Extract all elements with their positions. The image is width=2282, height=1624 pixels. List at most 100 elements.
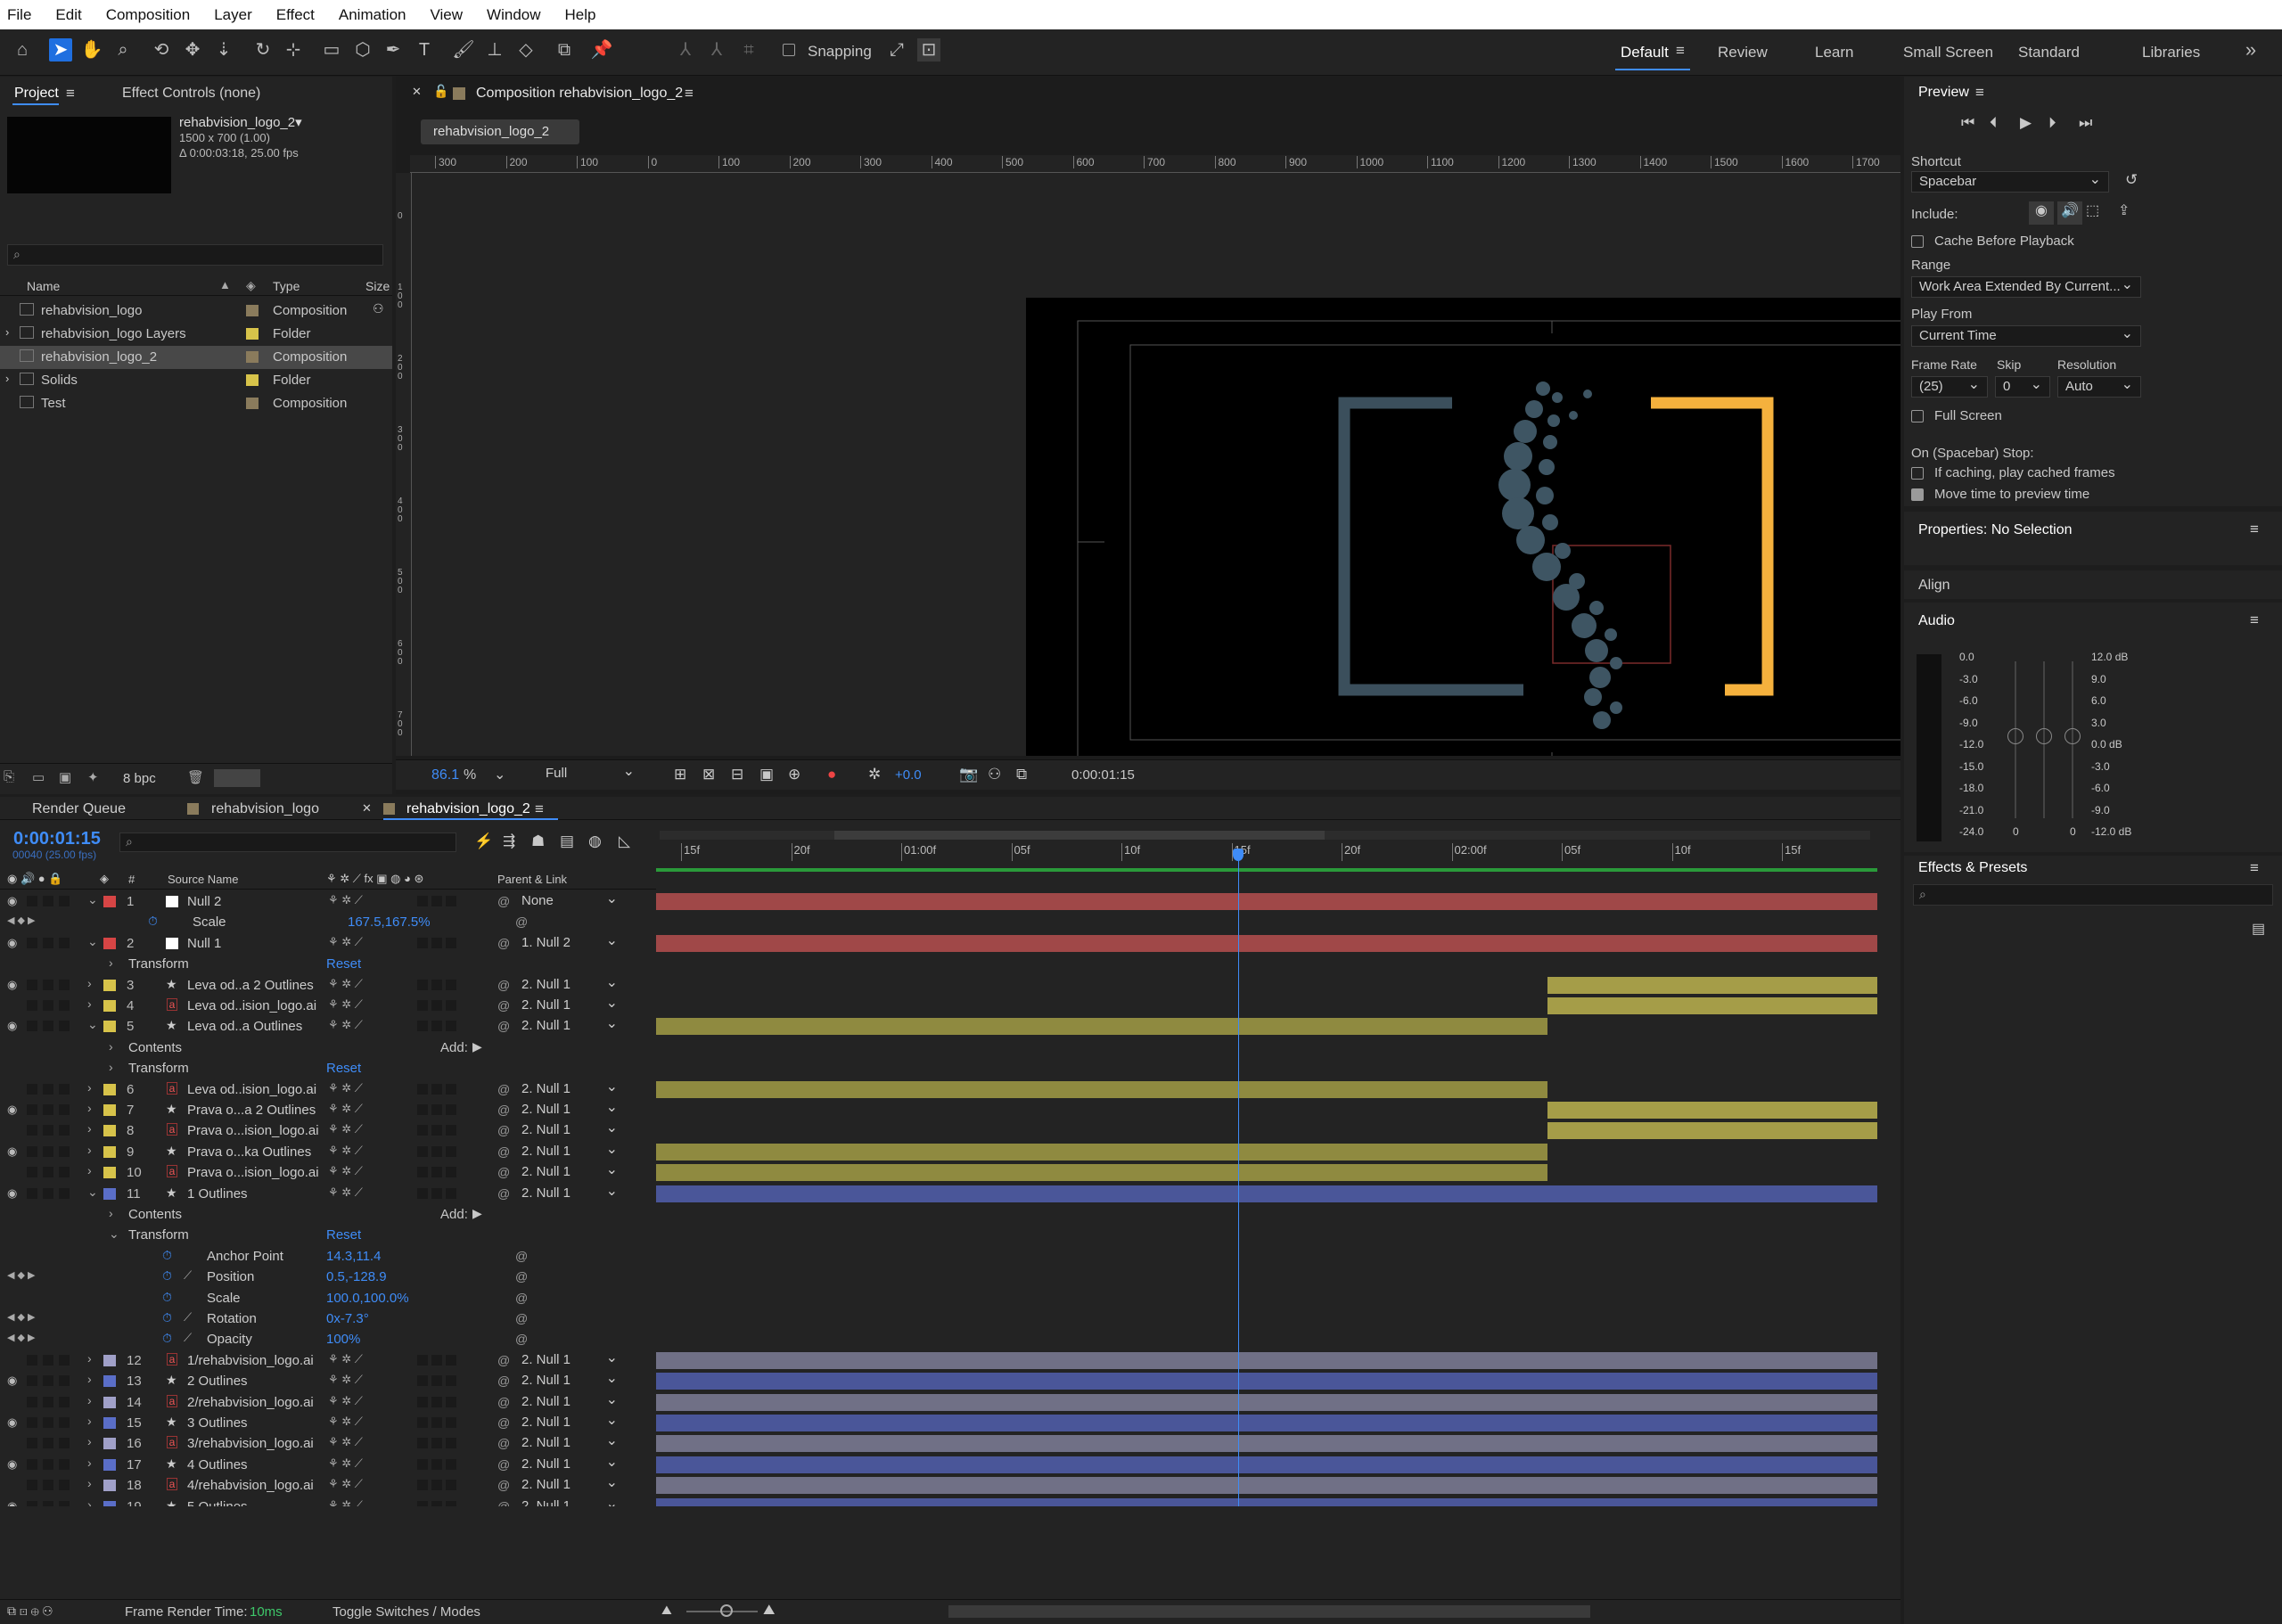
add-menu-icon[interactable]: ▶ <box>472 1206 482 1221</box>
switch-box[interactable] <box>446 1458 456 1470</box>
timeline-row[interactable]: › Contents Add: ▶ <box>0 1038 1892 1058</box>
layer-name[interactable]: Leva od..ision_logo.ai <box>187 998 316 1013</box>
layer-name[interactable]: Leva od..a Outlines <box>187 1019 302 1034</box>
switch-box[interactable] <box>417 1104 428 1115</box>
layer-label-swatch[interactable] <box>103 1396 116 1408</box>
flowchart-icon[interactable]: ✦ <box>87 769 99 785</box>
audio-toggle[interactable] <box>27 1396 37 1407</box>
layer-label-swatch[interactable] <box>103 1500 116 1506</box>
pen-tool-icon[interactable]: ✒ <box>382 38 405 62</box>
switch-box[interactable] <box>417 1187 428 1199</box>
lock-toggle[interactable] <box>59 1021 70 1032</box>
layer-switches[interactable]: ⚘ ✲ ⟋ <box>328 1018 363 1032</box>
switch-box[interactable] <box>446 896 456 906</box>
timeline-search-input[interactable]: ⌕ <box>119 833 456 852</box>
property-value[interactable]: 14.3,11.4 <box>326 1249 381 1264</box>
zoom-value[interactable]: 86.1 <box>431 767 459 783</box>
stopwatch-icon[interactable]: ⏱ <box>162 1331 172 1346</box>
layer-switches[interactable]: ⚘ ✲ ⟋ <box>328 1435 363 1449</box>
audio-toggle[interactable] <box>27 979 37 990</box>
switch-box[interactable] <box>446 1396 456 1407</box>
lock-toggle[interactable] <box>59 1458 70 1470</box>
project-item[interactable]: › rehabvision_logo Layers Folder <box>0 323 392 346</box>
switch-box[interactable] <box>446 1021 456 1032</box>
layer-name[interactable]: Null 1 <box>187 936 221 951</box>
menu-animation[interactable]: Animation <box>339 6 406 24</box>
switch-box[interactable] <box>446 1375 456 1387</box>
keyframe-navigator[interactable]: ◀ ◆ ▶ <box>7 915 36 926</box>
timeline-row[interactable]: › 18 a 4/rehabvision_logo.ai ⚘ ✲ ⟋ @2. Null 1 <box>0 1473 1892 1496</box>
lock-toggle[interactable] <box>59 979 70 990</box>
switch-box[interactable] <box>446 1354 456 1366</box>
preview-menu-icon[interactable]: ≡ <box>1975 84 1984 102</box>
range-dropdown[interactable]: Work Area Extended By Current... <box>1911 275 2141 298</box>
expand-arrow-icon[interactable]: › <box>87 1456 92 1470</box>
lock-toggle[interactable] <box>59 1083 70 1095</box>
expression-pickwhip-icon[interactable]: @ <box>515 1269 528 1284</box>
solo-toggle[interactable] <box>43 1125 53 1136</box>
lock-toggle[interactable] <box>59 1104 70 1115</box>
parent-dropdown[interactable]: 2. Null 1 <box>521 1140 621 1161</box>
cache-before-playback-checkbox[interactable] <box>1911 235 1924 248</box>
layer-name[interactable]: Prava o...ka Outlines <box>187 1144 311 1160</box>
stopwatch-icon[interactable]: ⏱ <box>162 1290 172 1305</box>
audio-toggle[interactable] <box>27 1438 37 1449</box>
effects-menu-icon[interactable]: ≡ <box>2250 859 2259 877</box>
timeline-row[interactable]: ◉ ⌄ 2 Null 1 ⚘ ✲ ⟋ @1. Null 2 <box>0 931 1892 954</box>
solo-toggle[interactable] <box>43 937 53 948</box>
layer-label-swatch[interactable] <box>103 1354 116 1366</box>
layer-label-swatch[interactable] <box>103 1375 116 1388</box>
audio-toggle[interactable] <box>27 1480 37 1491</box>
timeline-row[interactable]: ⏱ Anchor Point 14.3,11.4 @ <box>0 1246 1892 1267</box>
parent-dropdown[interactable]: 2. Null 1 <box>521 1078 621 1098</box>
switch-box[interactable] <box>446 1125 456 1136</box>
layer-switches[interactable]: ⚘ ✲ ⟋ <box>328 1185 363 1200</box>
visibility-eye-icon[interactable]: ◉ <box>7 1019 17 1033</box>
menu-edit[interactable]: Edit <box>55 6 81 24</box>
layer-name[interactable]: 5 Outlines <box>187 1499 248 1506</box>
color-channels-icon[interactable]: ● <box>827 766 836 783</box>
tab-timeline-logo-2[interactable]: rehabvision_logo_2 <box>406 801 530 817</box>
menu-help[interactable]: Help <box>565 6 596 24</box>
pick-whip-icon[interactable]: @ <box>497 1353 510 1367</box>
switch-box[interactable] <box>431 1187 442 1199</box>
parent-dropdown[interactable]: 2. Null 1 <box>521 1349 621 1369</box>
expand-arrow-icon[interactable]: ⌄ <box>87 1185 98 1200</box>
mask-visibility-icon[interactable]: ⊟ <box>731 766 743 783</box>
comp-name-label[interactable]: rehabvision_logo_2▾ <box>179 114 302 130</box>
switch-box[interactable] <box>431 1480 442 1491</box>
menu-window[interactable]: Window <box>487 6 540 24</box>
close-tab-icon[interactable]: ✕ <box>412 85 422 99</box>
audio-toggle[interactable] <box>27 1145 37 1157</box>
parent-dropdown[interactable]: 2. Null 1 <box>521 1369 621 1390</box>
switch-box[interactable] <box>446 1167 456 1178</box>
zoom-in-icon[interactable]: ⛰ <box>763 1603 775 1619</box>
switch-box[interactable] <box>417 1458 428 1470</box>
workspace-default[interactable]: Default <box>1621 44 1669 62</box>
layer-label-swatch[interactable] <box>103 1021 116 1033</box>
workspace-libraries[interactable]: Libraries <box>2142 44 2200 62</box>
menu-view[interactable]: View <box>431 6 464 24</box>
pick-whip-icon[interactable]: @ <box>497 1457 510 1472</box>
parent-dropdown[interactable]: 1. Null 2 <box>521 931 621 952</box>
layer-switches[interactable]: ⚘ ✲ ⟋ <box>328 1394 363 1408</box>
exposure-value[interactable]: +0.0 <box>895 767 922 783</box>
expand-arrow-icon[interactable]: › <box>87 1497 92 1506</box>
timeline-row[interactable]: ◉ › 19 ★ 5 Outlines ⚘ ✲ ⟋ @2. Null 1 <box>0 1495 1892 1506</box>
timeline-row[interactable]: ◉ ⌄ 11 ★ 1 Outlines ⚘ ✲ ⟋ @2. Null 1 <box>0 1182 1892 1204</box>
frame-blending-icon[interactable]: ▤ <box>560 833 574 850</box>
playhead-handle[interactable] <box>1233 849 1244 861</box>
axis-view-icon[interactable]: ⌗ <box>737 38 760 62</box>
solo-toggle[interactable] <box>43 1417 53 1428</box>
layer-name[interactable]: Leva od..ision_logo.ai <box>187 1082 316 1097</box>
layer-switches[interactable]: ⚘ ✲ ⟋ <box>328 1477 363 1491</box>
layer-duration-bar[interactable] <box>656 1080 1548 1098</box>
project-item[interactable]: rehabvision_logo Composition ⚇ <box>0 299 392 323</box>
navigator-range[interactable] <box>834 831 1325 840</box>
layer-duration-bar[interactable] <box>656 1456 1877 1473</box>
switch-box[interactable] <box>417 1125 428 1136</box>
layer-name[interactable]: 4/rehabvision_logo.ai <box>187 1478 314 1493</box>
expand-arrow-icon[interactable]: › <box>109 956 113 970</box>
rotate-tool-icon[interactable]: ↻ <box>251 38 275 62</box>
timeline-row[interactable]: ◉ › 17 ★ 4 Outlines ⚘ ✲ ⟋ @2. Null 1 <box>0 1453 1892 1475</box>
